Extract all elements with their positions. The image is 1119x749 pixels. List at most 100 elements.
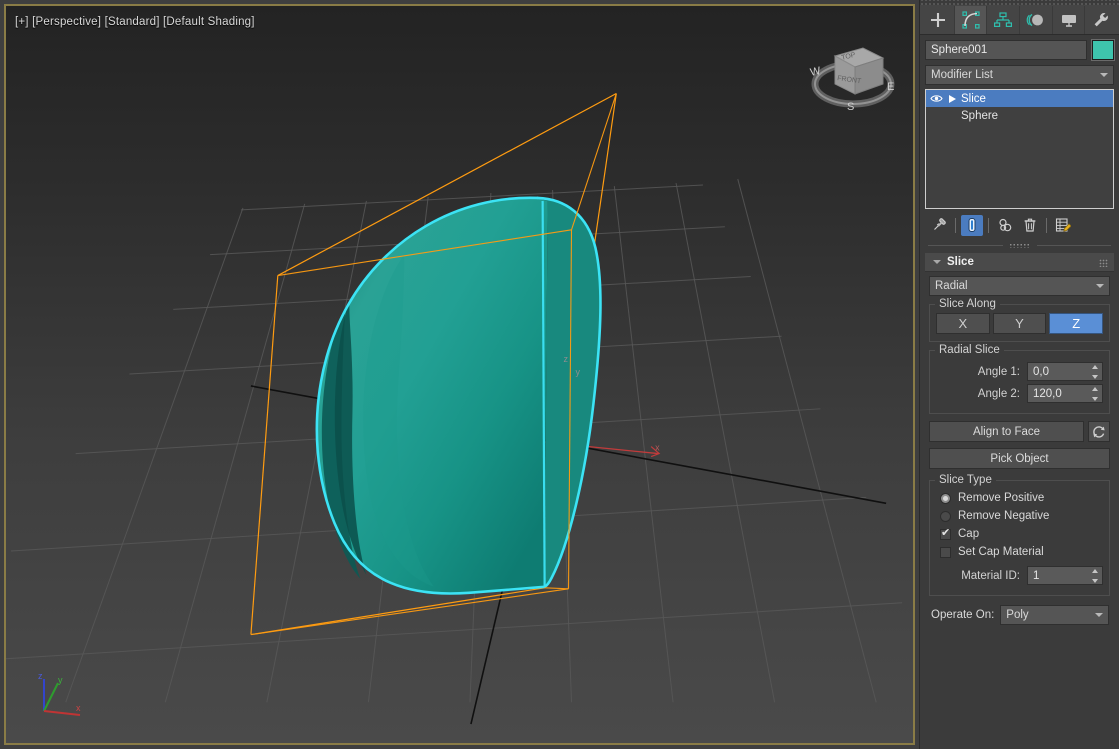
hierarchy-icon [994, 11, 1013, 27]
angle1-label: Angle 1: [977, 365, 1020, 378]
object-name-input[interactable]: Sphere001 [925, 40, 1087, 60]
configure-modifier-sets-icon[interactable] [1052, 215, 1074, 236]
viewcube[interactable]: W E S TOP FRONT [805, 34, 901, 118]
slice-along-buttons: X Y Z [936, 313, 1104, 334]
chevron-down-icon [1096, 284, 1104, 288]
material-id-value: 1 [1033, 570, 1040, 582]
svg-text:W: W [809, 65, 822, 79]
object-color-swatch[interactable] [1091, 39, 1115, 61]
set-cap-material-row[interactable]: Set Cap Material [936, 543, 1103, 561]
slice-rollout-header[interactable]: Slice [925, 253, 1114, 272]
spinner-arrows-icon[interactable] [1090, 365, 1099, 379]
cap-row[interactable]: Cap [936, 525, 1103, 543]
slice-along-z-button[interactable]: Z [1049, 313, 1104, 334]
toolbar-separator [955, 217, 956, 233]
angle1-value: 0,0 [1033, 366, 1049, 378]
modifier-stack-toolbar [920, 209, 1119, 237]
svg-text:z: z [38, 671, 43, 681]
grip-dots-icon [1008, 243, 1031, 248]
chevron-down-icon [1095, 613, 1103, 617]
tab-utilities[interactable] [1085, 6, 1117, 34]
expand-arrow-icon[interactable] [945, 94, 959, 103]
modifier-stack-item-sphere[interactable]: Sphere [926, 107, 1113, 124]
chevron-down-icon [1100, 73, 1108, 77]
angle2-value: 120,0 [1033, 388, 1062, 400]
radial-slice-group: Radial Slice Angle 1: 0,0 Angle 2: 120,0 [929, 344, 1110, 414]
svg-text:E: E [887, 81, 894, 93]
tab-create[interactable] [922, 5, 955, 34]
svg-text:z: z [564, 354, 569, 364]
modifier-name-slice: Slice [961, 92, 986, 105]
command-panel: Sphere001 Modifier List Slice Sphere Sli… [919, 0, 1119, 749]
slice-type-label: Slice Type [935, 474, 996, 486]
modifier-list-label: Modifier List [931, 69, 993, 81]
align-to-face-button[interactable]: Align to Face [929, 421, 1084, 442]
object-name-row: Sphere001 [920, 35, 1119, 63]
operate-on-label: Operate On: [931, 609, 995, 621]
toolbar-separator [988, 217, 989, 233]
tab-hierarchy[interactable] [987, 5, 1021, 34]
pin-stack-icon[interactable] [928, 215, 950, 236]
viewport-3d-scene: z y x [6, 6, 913, 743]
modifier-stack[interactable]: Slice Sphere [925, 89, 1114, 209]
eye-icon[interactable] [928, 94, 945, 103]
motion-icon [1026, 13, 1043, 26]
remove-negative-radio[interactable] [940, 510, 951, 522]
cap-label: Cap [958, 528, 980, 540]
svg-text:y: y [58, 675, 63, 685]
modifier-list-dropdown[interactable]: Modifier List [925, 65, 1114, 85]
material-id-row: Material ID: 1 [936, 566, 1103, 585]
pick-object-button[interactable]: Pick Object [929, 448, 1110, 469]
remove-positive-label: Remove Positive [958, 492, 1045, 504]
svg-text:y: y [575, 367, 580, 377]
slice-mode-value: Radial [935, 280, 968, 292]
operate-on-dropdown[interactable]: Poly [1000, 605, 1109, 625]
collapse-triangle-icon [933, 260, 941, 264]
operate-on-value: Poly [1006, 609, 1029, 621]
spinner-arrows-icon[interactable] [1090, 569, 1099, 583]
svg-text:S: S [847, 101, 854, 113]
remove-positive-row[interactable]: Remove Positive [936, 489, 1103, 507]
modify-icon [961, 10, 980, 29]
divider-line-left [928, 245, 1003, 246]
svg-text:x: x [655, 443, 660, 453]
remove-modifier-icon[interactable] [1019, 215, 1041, 236]
slice-along-y-button[interactable]: Y [992, 313, 1047, 334]
3dsmax-window: z y x [+] [Perspective] [Standard] [Defa… [0, 0, 1119, 749]
tab-display[interactable] [1053, 5, 1086, 34]
tab-motion[interactable] [1020, 5, 1053, 34]
material-id-spinner[interactable]: 1 [1027, 566, 1103, 585]
slice-rollout: Slice Radial Slice Along X Y Z Radial Sl… [925, 253, 1114, 631]
slice-along-x-button[interactable]: X [936, 313, 990, 334]
slice-rollout-title: Slice [947, 256, 974, 268]
svg-text:x: x [76, 703, 81, 713]
slice-mode-dropdown[interactable]: Radial [929, 276, 1110, 296]
slice-along-label: Slice Along [935, 298, 1000, 310]
remove-negative-row[interactable]: Remove Negative [936, 507, 1103, 525]
reset-icon[interactable] [1088, 421, 1110, 442]
axis-tripod-gizmo: z y x [38, 671, 81, 716]
radial-slice-label: Radial Slice [935, 344, 1004, 356]
angle1-spinner[interactable]: 0,0 [1027, 362, 1103, 381]
plus-icon [930, 12, 945, 27]
angle2-spinner[interactable]: 120,0 [1027, 384, 1103, 403]
cap-checkbox[interactable] [940, 527, 951, 540]
set-cap-material-checkbox[interactable] [940, 546, 951, 558]
slice-type-group: Slice Type Remove Positive Remove Negati… [929, 474, 1110, 596]
make-unique-icon[interactable] [994, 215, 1016, 236]
angle2-label: Angle 2: [977, 387, 1020, 400]
spinner-arrows-icon[interactable] [1090, 387, 1099, 401]
remove-positive-radio[interactable] [940, 492, 951, 504]
toolbar-separator [1046, 217, 1047, 233]
operate-on-row: Operate On: Poly [925, 600, 1114, 629]
show-end-result-icon[interactable] [961, 214, 983, 236]
material-id-label: Material ID: [961, 569, 1020, 582]
command-panel-tabs [920, 5, 1119, 35]
tab-modify[interactable] [954, 5, 988, 34]
modifier-stack-item-slice[interactable]: Slice [926, 90, 1113, 107]
perspective-viewport[interactable]: z y x [+] [Perspective] [Standard] [Defa… [4, 4, 915, 745]
rollout-grip-icon [1099, 259, 1108, 267]
modifier-name-sphere: Sphere [961, 109, 999, 122]
panel-divider-grip[interactable] [928, 240, 1111, 251]
display-icon [1061, 14, 1076, 27]
